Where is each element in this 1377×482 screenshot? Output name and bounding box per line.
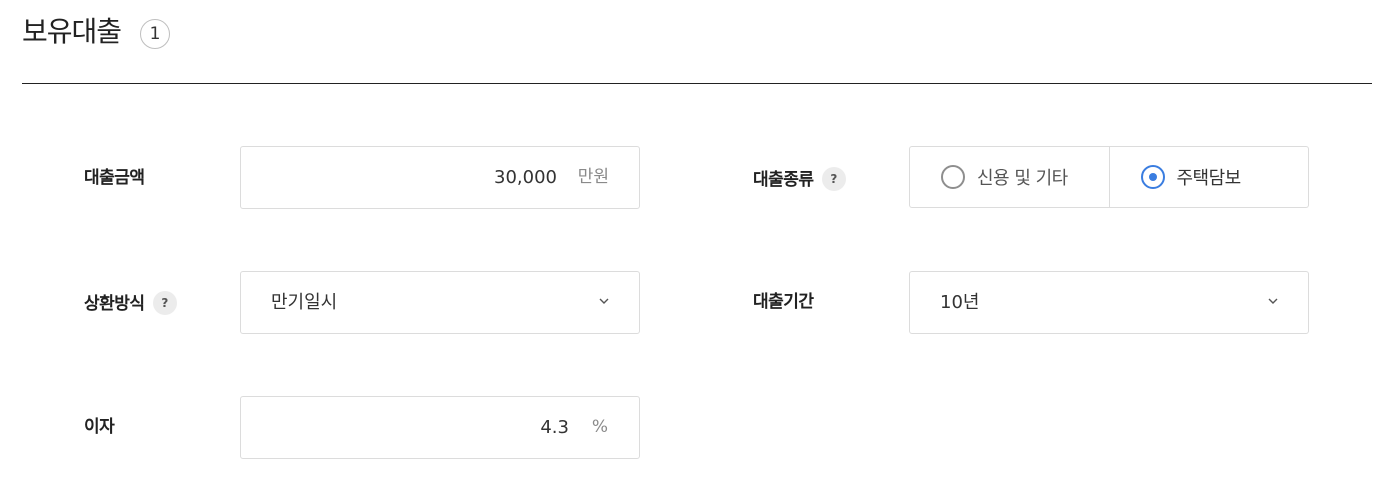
loan-type-option-label: 신용 및 기타	[977, 168, 1068, 189]
repayment-method-label: 상환방식?	[84, 290, 177, 316]
loan-type-label-text: 대출종류	[753, 170, 814, 190]
loan-type-radio-group: 신용 및 기타 주택담보	[909, 146, 1309, 208]
interest-value: 4.3	[540, 417, 569, 438]
page-title: 보유대출	[22, 15, 122, 48]
loan-period-select[interactable]: 10년	[909, 271, 1309, 334]
loan-amount-label: 대출금액	[84, 166, 145, 190]
repayment-method-label-text: 상환방식	[84, 294, 145, 314]
repayment-method-help-icon[interactable]: ?	[152, 290, 177, 315]
interest-unit: %	[591, 417, 608, 437]
radio-unchecked-icon	[941, 165, 965, 189]
loan-type-option-mortgage[interactable]: 주택담보	[1108, 147, 1309, 207]
interest-label: 이자	[84, 415, 115, 439]
loan-amount-unit: 만원	[577, 167, 609, 187]
loan-period-label: 대출기간	[753, 290, 814, 314]
interest-label-text: 이자	[84, 417, 115, 437]
chevron-down-icon	[1268, 298, 1278, 304]
radio-checked-icon	[1140, 165, 1165, 189]
loan-type-label: 대출종류?	[753, 166, 846, 192]
loan-form-page: 보유대출 1 대출금액 30,000 만원 대출종류? 신용 및 기타 주택담보…	[0, 0, 1377, 482]
loan-period-label-text: 대출기간	[753, 292, 814, 312]
loan-type-option-credit[interactable]: 신용 및 기타	[910, 147, 1109, 207]
interest-input[interactable]: 4.3 %	[240, 396, 640, 459]
loan-count-badge: 1	[140, 19, 170, 49]
loan-amount-value: 30,000	[494, 167, 557, 188]
header-divider	[22, 83, 1372, 84]
loan-type-option-label: 주택담보	[1176, 168, 1242, 189]
loan-type-help-icon[interactable]: ?	[821, 166, 846, 191]
chevron-down-icon	[599, 298, 609, 304]
repayment-method-value: 만기일시	[271, 292, 338, 313]
loan-amount-label-text: 대출금액	[84, 168, 145, 188]
loan-period-value: 10년	[940, 292, 980, 313]
repayment-method-select[interactable]: 만기일시	[240, 271, 640, 334]
loan-amount-input[interactable]: 30,000 만원	[240, 146, 640, 209]
